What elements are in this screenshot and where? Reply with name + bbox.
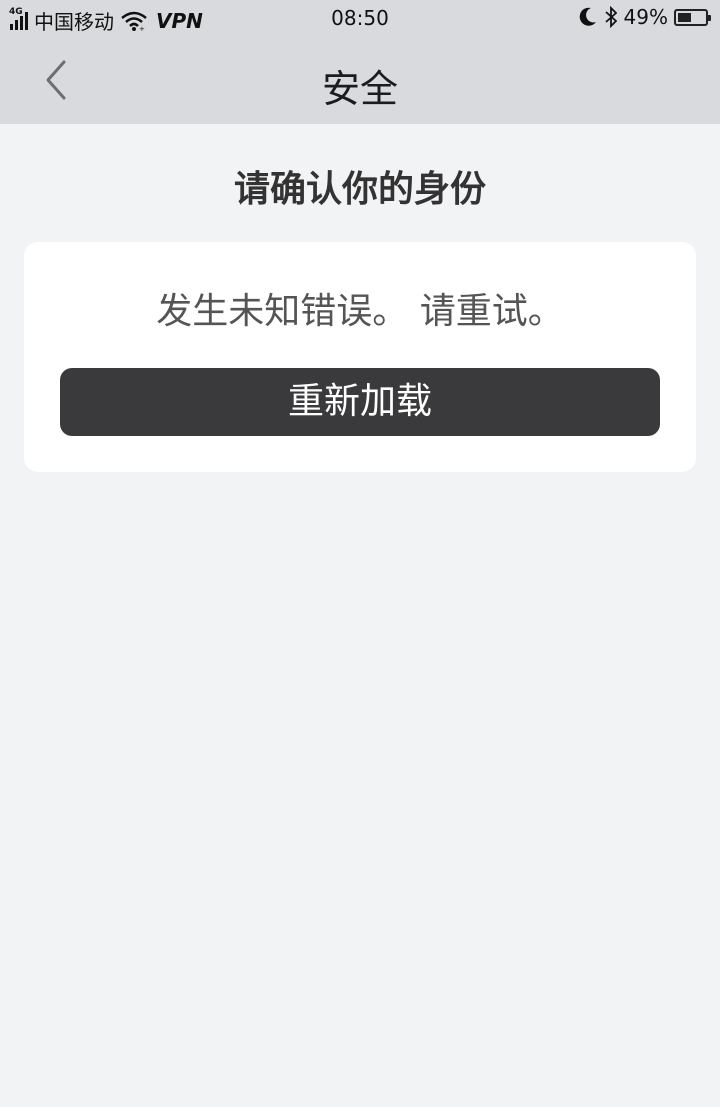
nav-bar: 安全 (0, 38, 720, 124)
battery-fill (678, 12, 691, 22)
reload-button[interactable]: 重新加载 (60, 368, 660, 436)
status-bar: 4G 中国移动 + VPN 08:50 49% (0, 0, 720, 38)
error-message: 发生未知错误。 请重试。 (156, 291, 564, 332)
status-right: 49% (576, 5, 711, 29)
moon-icon (579, 7, 596, 26)
error-card: 发生未知错误。 请重试。 重新加载 (24, 242, 696, 472)
top-bar: 4G 中国移动 + VPN 08:50 49% 安全 (0, 0, 720, 124)
identity-heading: 请确认你的身份 (233, 169, 486, 210)
battery-percent: 49% (623, 5, 668, 29)
page-title: 安全 (321, 67, 398, 111)
battery-icon (674, 8, 711, 26)
bluetooth-icon (604, 6, 617, 28)
